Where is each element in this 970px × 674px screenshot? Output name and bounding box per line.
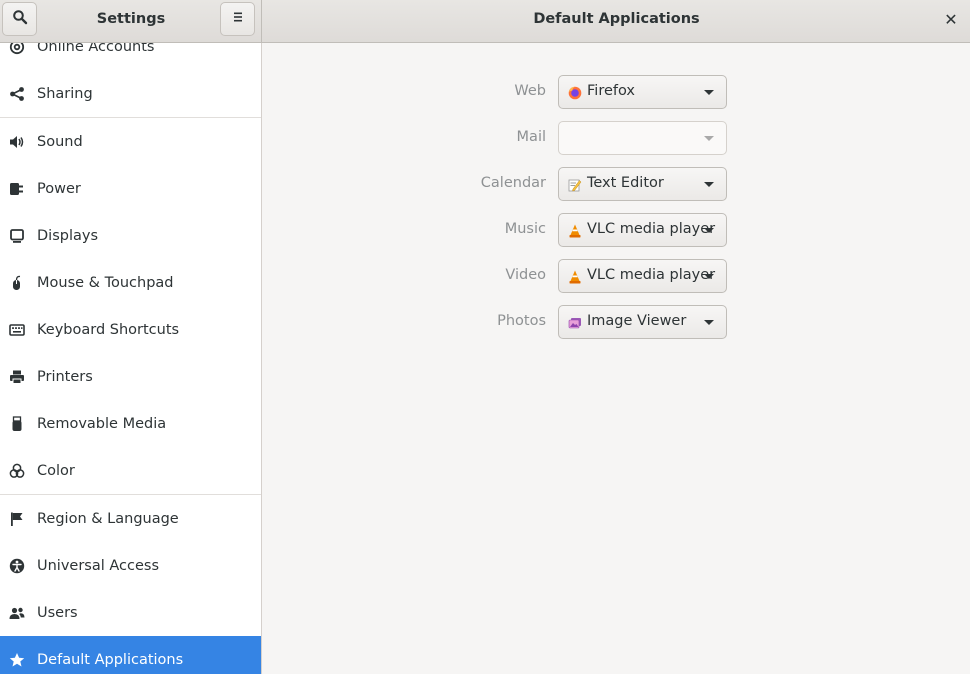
- web-label: Web: [514, 83, 546, 99]
- color-circles-icon: [9, 463, 25, 479]
- sidebar-item-label: Sound: [37, 133, 83, 150]
- sidebar-item-sound[interactable]: Sound: [0, 118, 261, 165]
- hamburger-menu-icon: [231, 10, 245, 28]
- sidebar-item-label: Removable Media: [37, 415, 167, 432]
- sidebar-item-removable-media[interactable]: Removable Media: [0, 400, 261, 447]
- chevron-down-icon: [704, 182, 714, 187]
- calendar-app-dropdown[interactable]: Text Editor: [558, 167, 727, 201]
- chevron-down-icon: [704, 228, 714, 233]
- sidebar-item-users[interactable]: Users: [0, 589, 261, 636]
- sidebar-item-displays[interactable]: Displays: [0, 212, 261, 259]
- sidebar-item-label: Universal Access: [37, 557, 160, 574]
- default-app-row-photos: Photos Image Viewer: [263, 305, 970, 339]
- default-app-row-calendar: Calendar Text Editor: [263, 167, 970, 201]
- music-app-dropdown[interactable]: VLC media player: [558, 213, 727, 247]
- default-app-row-web: Web Firefox: [263, 75, 970, 109]
- firefox-icon: [568, 86, 582, 100]
- video-app-dropdown[interactable]: VLC media player: [558, 259, 727, 293]
- mail-app-dropdown[interactable]: [558, 121, 727, 155]
- mouse-icon: [9, 275, 25, 291]
- sidebar-item-default-applications[interactable]: Default Applications: [0, 636, 261, 674]
- photos-label: Photos: [497, 313, 546, 329]
- sidebar: Online Accounts Sharing Sound Power Disp…: [0, 43, 262, 674]
- sidebar-item-region-language[interactable]: Region & Language: [0, 495, 261, 542]
- vlc-icon: [568, 224, 582, 238]
- sidebar-item-label: Displays: [37, 227, 99, 244]
- power-plug-icon: [9, 181, 25, 197]
- at-sign-icon: [9, 43, 25, 55]
- music-app-value: VLC media player: [587, 221, 716, 237]
- main-menu-button[interactable]: [220, 2, 255, 36]
- page-title: Default Applications: [533, 11, 700, 27]
- sidebar-item-keyboard-shortcuts[interactable]: Keyboard Shortcuts: [0, 306, 261, 353]
- sidebar-item-label: Power: [37, 180, 81, 197]
- chevron-down-icon: [704, 274, 714, 279]
- default-app-row-video: Video VLC media player: [263, 259, 970, 293]
- web-app-dropdown[interactable]: Firefox: [558, 75, 727, 109]
- keyboard-icon: [9, 322, 25, 338]
- sidebar-item-label: Printers: [37, 368, 93, 385]
- vlc-icon: [568, 270, 582, 284]
- calendar-app-value: Text Editor: [587, 175, 664, 191]
- music-label: Music: [504, 221, 546, 237]
- chevron-down-icon: [704, 136, 714, 141]
- sidebar-item-printers[interactable]: Printers: [0, 353, 261, 400]
- chevron-down-icon: [704, 320, 714, 325]
- sidebar-item-label: Mouse & Touchpad: [37, 274, 174, 291]
- close-icon: ✕: [944, 9, 958, 29]
- accessibility-icon: [9, 558, 25, 574]
- sidebar-item-color[interactable]: Color: [0, 447, 261, 494]
- video-app-value: VLC media player: [587, 267, 716, 283]
- text-editor-icon: [568, 178, 582, 192]
- usb-drive-icon: [9, 415, 25, 432]
- photos-app-dropdown[interactable]: Image Viewer: [558, 305, 727, 339]
- flag-icon: [9, 511, 25, 527]
- video-label: Video: [505, 267, 546, 283]
- header-bar: Settings Default Applications ✕: [0, 0, 970, 43]
- users-icon: [9, 605, 25, 621]
- sidebar-item-universal-access[interactable]: Universal Access: [0, 542, 261, 589]
- calendar-label: Calendar: [480, 175, 546, 191]
- default-app-row-mail: Mail: [263, 121, 970, 155]
- sidebar-item-mouse-touchpad[interactable]: Mouse & Touchpad: [0, 259, 261, 306]
- sidebar-header: Settings: [0, 0, 262, 42]
- sidebar-item-label: Users: [37, 604, 78, 621]
- star-icon: [9, 652, 25, 668]
- default-applications-panel: Web Firefox Mail Calendar Text Editor Mu…: [263, 43, 970, 674]
- sidebar-item-label: Color: [37, 462, 75, 479]
- default-app-row-music: Music VLC media player: [263, 213, 970, 247]
- sidebar-item-label: Sharing: [37, 85, 93, 102]
- sidebar-item-label: Online Accounts: [37, 43, 155, 55]
- sidebar-item-sharing[interactable]: Sharing: [0, 70, 261, 117]
- monitor-icon: [9, 228, 25, 244]
- sidebar-item-power[interactable]: Power: [0, 165, 261, 212]
- chevron-down-icon: [704, 90, 714, 95]
- share-icon: [9, 86, 25, 102]
- sidebar-item-label: Keyboard Shortcuts: [37, 321, 180, 338]
- close-button[interactable]: ✕: [942, 9, 960, 29]
- speaker-icon: [9, 134, 25, 150]
- photos-app-value: Image Viewer: [587, 313, 687, 329]
- mail-label: Mail: [516, 129, 546, 145]
- sidebar-item-label: Region & Language: [37, 510, 179, 527]
- image-viewer-icon: [568, 316, 582, 330]
- sidebar-item-label: Default Applications: [37, 651, 184, 668]
- sidebar-item-online-accounts[interactable]: Online Accounts: [0, 43, 261, 70]
- printer-icon: [9, 369, 25, 385]
- web-app-value: Firefox: [587, 83, 635, 99]
